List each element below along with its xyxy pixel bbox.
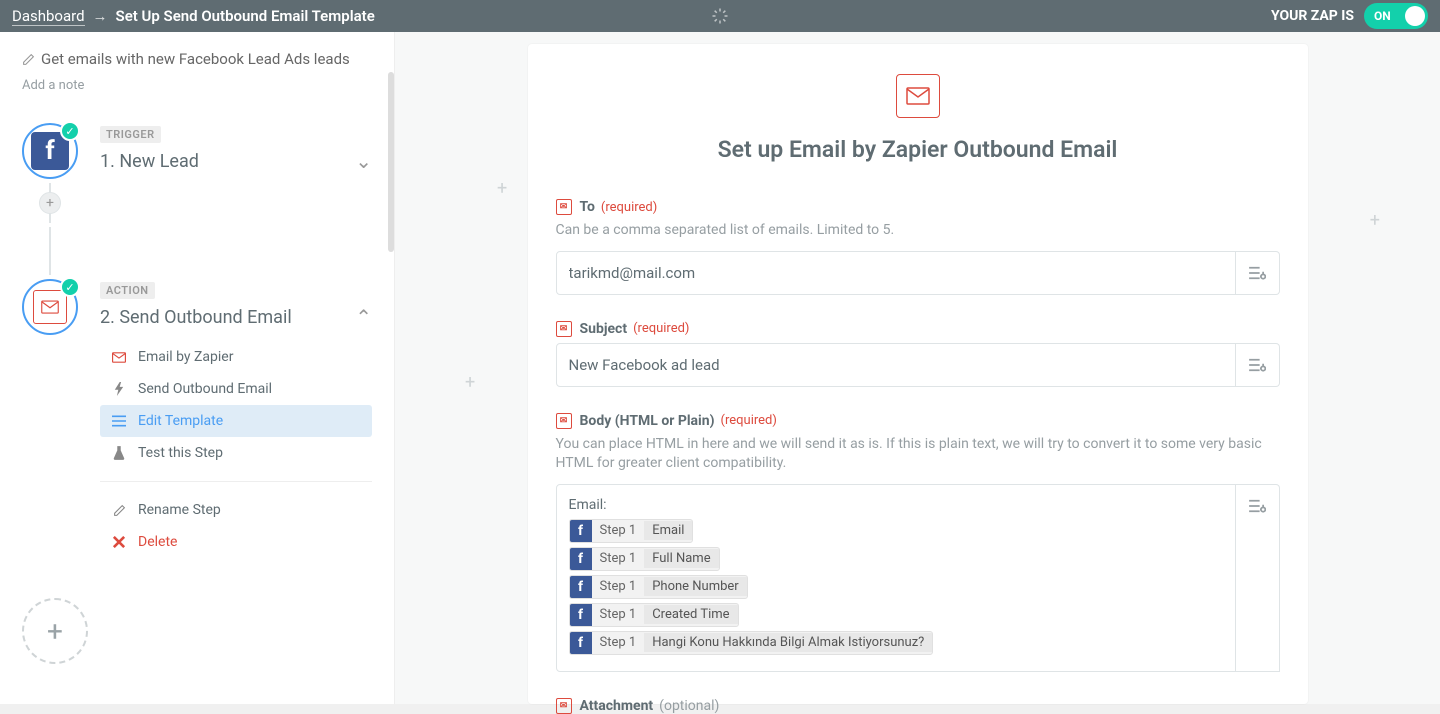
action-badge: ACTION: [100, 282, 155, 299]
required-tag: (required): [721, 413, 777, 428]
action-title: 2. Send Outbound Email: [100, 307, 292, 328]
substep-label: Delete: [138, 534, 177, 550]
field-subject-label: Subject: [580, 321, 628, 337]
body-pill-row: fStep 1Created Time: [569, 603, 1223, 627]
flask-icon: [110, 446, 128, 460]
action-step-row[interactable]: 2. Send Outbound Email ⌃: [100, 305, 372, 329]
check-icon: ✓: [60, 121, 80, 141]
breadcrumb-arrow-icon: →: [93, 7, 108, 25]
body-pill-row: fStep 1Hangi Konu Hakkında Bilgi Almak I…: [569, 631, 1223, 655]
zap-toggle[interactable]: ON: [1364, 3, 1428, 29]
pill-field: Full Name: [644, 549, 718, 568]
sidebar: Get emails with new Facebook Lead Ads le…: [0, 32, 395, 704]
plus-icon: +: [497, 178, 507, 199]
bolt-icon: [110, 382, 128, 396]
facebook-icon: f: [570, 548, 592, 570]
facebook-icon: f: [570, 604, 592, 626]
field-to-label: To: [580, 199, 595, 215]
substep-label: Email by Zapier: [138, 349, 233, 365]
data-pill[interactable]: fStep 1Created Time: [569, 603, 739, 627]
chevron-up-icon: ⌃: [355, 305, 372, 329]
data-pill[interactable]: fStep 1Hangi Konu Hakkında Bilgi Almak I…: [569, 631, 934, 655]
pencil-icon[interactable]: [22, 53, 35, 66]
check-icon: ✓: [60, 277, 80, 297]
substep-template[interactable]: Edit Template: [100, 405, 372, 437]
add-step-button[interactable]: +: [22, 598, 88, 664]
mail-icon: ✉: [556, 321, 572, 337]
mail-icon: ✉: [556, 698, 572, 714]
plus-icon: +: [465, 372, 475, 393]
field-to-help: Can be a comma separated list of emails.…: [556, 221, 1280, 241]
trigger-step-icon[interactable]: f ✓: [22, 123, 78, 179]
body-pill-row: fStep 1Full Name: [569, 547, 1223, 571]
body-input[interactable]: Email: fStep 1EmailfStep 1Full NamefStep…: [556, 484, 1236, 672]
facebook-icon: f: [570, 520, 592, 542]
insert-data-button[interactable]: [1236, 251, 1280, 295]
data-pill[interactable]: fStep 1Full Name: [569, 547, 720, 571]
chevron-down-icon: ⌄: [355, 149, 372, 173]
mail-icon: ✉: [556, 199, 572, 215]
pill-field: Phone Number: [644, 577, 747, 596]
substep-label: Send Outbound Email: [138, 381, 272, 397]
pill-field: Created Time: [644, 605, 737, 624]
insert-data-button[interactable]: [1236, 484, 1280, 672]
zap-status-label: YOUR ZAP IS: [1271, 8, 1354, 24]
body-prefix-text: Email:: [569, 497, 1223, 513]
to-input[interactable]: [556, 251, 1236, 295]
mail-icon: [33, 290, 67, 324]
page-title: Set Up Send Outbound Email Template: [116, 7, 375, 25]
substep-label: Test this Step: [138, 445, 223, 461]
trigger-title: 1. New Lead: [100, 151, 199, 172]
pill-step: Step 1: [592, 607, 645, 622]
pill-field: Hangi Konu Hakkında Bilgi Almak Istiyors…: [644, 633, 932, 652]
field-body-label: Body (HTML or Plain): [580, 413, 715, 429]
pill-step: Step 1: [592, 523, 645, 538]
required-tag: (required): [601, 200, 657, 215]
mail-icon: [896, 74, 940, 118]
pill-step: Step 1: [592, 635, 645, 650]
facebook-icon: f: [570, 576, 592, 598]
substep-test[interactable]: Test this Step: [100, 437, 372, 469]
list-icon: [110, 415, 128, 427]
field-attachment-label: Attachment: [580, 698, 654, 714]
facebook-icon: f: [570, 632, 592, 654]
substep-delete[interactable]: Delete: [100, 526, 372, 558]
add-step-node[interactable]: +: [39, 192, 61, 214]
field-body-help: You can place HTML in here and we will s…: [556, 435, 1280, 474]
header-bar: Dashboard → Set Up Send Outbound Email T…: [0, 0, 1440, 32]
editor-canvas: + + + Set up Email by Zapier Outbound Em…: [395, 32, 1440, 704]
pill-field: Email: [644, 521, 692, 540]
substep-app[interactable]: Email by Zapier: [100, 341, 372, 373]
trigger-badge: TRIGGER: [100, 126, 161, 143]
pill-step: Step 1: [592, 551, 645, 566]
plus-icon: +: [1370, 210, 1380, 231]
body-pill-row: fStep 1Phone Number: [569, 575, 1223, 599]
data-pill[interactable]: fStep 1Phone Number: [569, 575, 748, 599]
add-note-link[interactable]: Add a note: [22, 78, 84, 93]
trigger-step-row[interactable]: 1. New Lead ⌄: [100, 149, 372, 173]
insert-data-button[interactable]: [1236, 343, 1280, 387]
substep-event[interactable]: Send Outbound Email: [100, 373, 372, 405]
setup-panel: Set up Email by Zapier Outbound Email ✉ …: [528, 44, 1308, 704]
mail-icon: [110, 352, 128, 363]
body-pill-row: fStep 1Email: [569, 519, 1223, 543]
required-tag: (required): [633, 321, 689, 336]
data-pill[interactable]: fStep 1Email: [569, 519, 694, 543]
breadcrumb-dashboard[interactable]: Dashboard: [12, 7, 85, 26]
substep-label: Rename Step: [138, 502, 221, 518]
action-step-icon[interactable]: ✓: [22, 279, 78, 335]
mail-icon: ✉: [556, 413, 572, 429]
loading-spinner-icon: [711, 7, 729, 25]
zap-name[interactable]: Get emails with new Facebook Lead Ads le…: [41, 50, 350, 68]
pill-step: Step 1: [592, 579, 645, 594]
substep-rename[interactable]: Rename Step: [100, 494, 372, 526]
substep-label: Edit Template: [138, 413, 223, 429]
panel-title: Set up Email by Zapier Outbound Email: [556, 136, 1280, 163]
subject-input[interactable]: [556, 343, 1236, 387]
delete-icon: [110, 536, 128, 548]
optional-tag: (optional): [659, 698, 719, 714]
pencil-icon: [110, 504, 128, 517]
scrollbar[interactable]: [388, 72, 394, 252]
